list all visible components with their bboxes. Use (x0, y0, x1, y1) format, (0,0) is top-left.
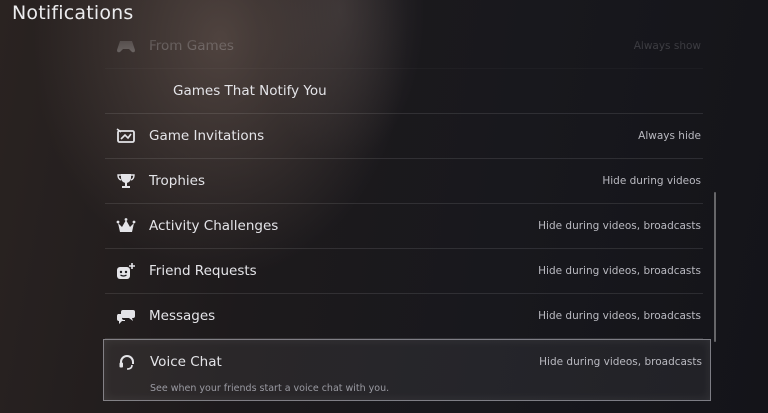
scrollbar[interactable] (714, 192, 716, 342)
settings-row-friend-requests[interactable]: Friend Requests Hide during videos, broa… (105, 249, 703, 294)
settings-row-voice-chat[interactable]: Voice Chat Hide during videos, broadcast… (103, 339, 711, 401)
friend-request-icon (115, 260, 137, 282)
row-value: Hide during videos, broadcasts (539, 356, 702, 368)
settings-row-from-games[interactable]: From Games Always show (105, 24, 703, 69)
row-label: Games That Notify You (173, 83, 327, 99)
notifications-screen: Notifications From Games Always show Gam… (0, 0, 768, 413)
row-description: See when your friends start a voice chat… (150, 383, 390, 394)
settings-row-messages[interactable]: Messages Hide during videos, broadcasts (105, 294, 703, 339)
row-label: Game Invitations (149, 128, 265, 144)
row-label: Friend Requests (149, 263, 257, 279)
gamepad-icon (115, 35, 137, 57)
row-value: Always show (633, 40, 701, 52)
crown-icon (115, 215, 137, 237)
headset-icon (116, 351, 138, 373)
row-label: From Games (149, 38, 234, 54)
row-value: Hide during videos, broadcasts (538, 310, 701, 322)
row-value: Hide during videos (602, 175, 701, 187)
row-label: Messages (149, 308, 216, 324)
row-label: Voice Chat (150, 354, 222, 370)
row-value: Always hide (638, 130, 701, 142)
row-label: Activity Challenges (149, 218, 279, 234)
trophy-icon (115, 170, 137, 192)
settings-row-game-invitations[interactable]: Game Invitations Always hide (105, 114, 703, 159)
settings-row-activity-challenges[interactable]: Activity Challenges Hide during videos, … (105, 204, 703, 249)
settings-list: From Games Always show Games That Notify… (103, 24, 711, 401)
row-value: Hide during videos, broadcasts (538, 220, 701, 232)
row-label: Trophies (149, 173, 205, 189)
page-title: Notifications (12, 2, 134, 24)
row-value: Hide during videos, broadcasts (538, 265, 701, 277)
messages-icon (115, 305, 137, 327)
game-invitation-icon (115, 125, 137, 147)
settings-row-games-that-notify-you[interactable]: Games That Notify You (105, 69, 703, 114)
settings-row-trophies[interactable]: Trophies Hide during videos (105, 159, 703, 204)
